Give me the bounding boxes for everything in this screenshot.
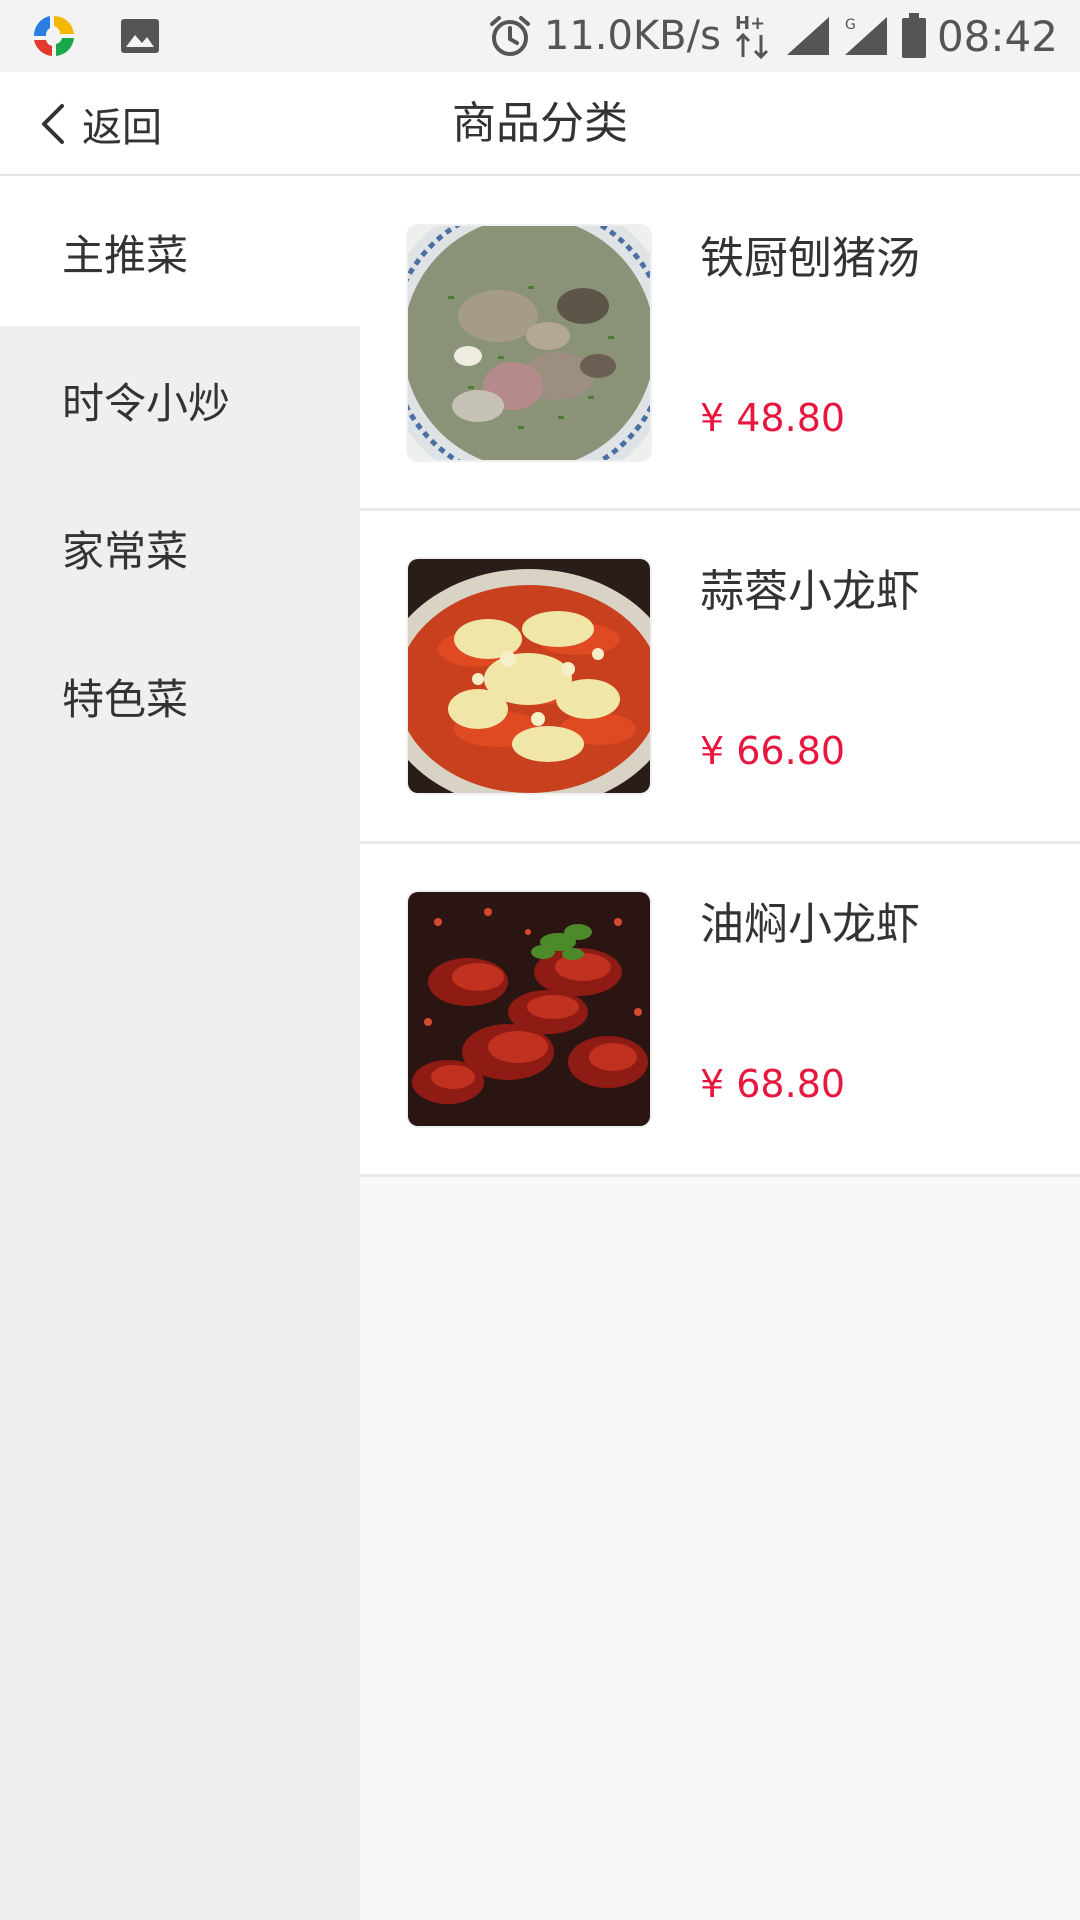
braised-crayfish-image bbox=[408, 892, 650, 1126]
product-price: ¥ 68.80 bbox=[700, 1062, 846, 1106]
battery-icon bbox=[901, 13, 926, 58]
category-item-main-dishes[interactable]: 主推菜 bbox=[0, 178, 360, 326]
product-name: 油焖小龙虾 bbox=[700, 899, 920, 950]
clock: 08:42 bbox=[936, 11, 1058, 61]
product-list: 铁厨刨猪汤 ¥ 48.80 蒜蓉小龙虾 ¥ 66.80 油焖小龙虾 ¥ 68.8… bbox=[360, 178, 1080, 1920]
alarm-icon bbox=[489, 16, 530, 56]
garlic-crayfish-image bbox=[408, 559, 650, 793]
page-title: 商品分类 bbox=[452, 98, 628, 149]
network-type-label: H+ bbox=[735, 13, 765, 34]
product-item[interactable]: 蒜蓉小龙虾 ¥ 66.80 bbox=[360, 511, 1080, 844]
status-bar-left bbox=[30, 12, 160, 60]
network-speed: 11.0KB/s bbox=[543, 13, 721, 59]
category-label: 特色菜 bbox=[62, 674, 189, 724]
signal-g-icon: G bbox=[844, 17, 887, 55]
chevron-left-icon bbox=[42, 104, 64, 144]
signal-icon bbox=[786, 17, 829, 55]
product-name: 铁厨刨猪汤 bbox=[700, 233, 920, 284]
back-button[interactable]: 返回 bbox=[38, 72, 162, 176]
signal-g-label: G bbox=[845, 17, 856, 33]
product-price: ¥ 66.80 bbox=[700, 729, 846, 773]
back-label: 返回 bbox=[82, 105, 162, 151]
category-label: 时令小炒 bbox=[62, 378, 231, 428]
status-bar: 11.0KB/s H+ G 08:42 bbox=[0, 0, 1080, 72]
product-item[interactable]: 铁厨刨猪汤 ¥ 48.80 bbox=[360, 178, 1080, 511]
category-item-seasonal-stir-fry[interactable]: 时令小炒 bbox=[0, 326, 360, 474]
category-item-home-style[interactable]: 家常菜 bbox=[0, 474, 360, 622]
hplus-data-icon: H+ bbox=[735, 13, 769, 60]
gallery-icon bbox=[121, 19, 159, 53]
product-image-pork-soup[interactable] bbox=[408, 226, 650, 460]
title-bar: 商品分类 返回 bbox=[0, 72, 1080, 176]
category-label: 主推菜 bbox=[62, 230, 189, 280]
category-sidebar: 主推菜 时令小炒 家常菜 特色菜 bbox=[0, 178, 360, 1920]
status-bar-right: 11.0KB/s H+ G 08:42 bbox=[476, 0, 1058, 72]
category-item-specialty[interactable]: 特色菜 bbox=[0, 622, 360, 770]
product-item[interactable]: 油焖小龙虾 ¥ 68.80 bbox=[360, 844, 1080, 1177]
product-image-braised-crayfish[interactable] bbox=[408, 892, 650, 1126]
soup-image bbox=[408, 226, 650, 460]
product-name: 蒜蓉小龙虾 bbox=[700, 566, 920, 617]
product-image-garlic-crayfish[interactable] bbox=[408, 559, 650, 793]
category-label: 家常菜 bbox=[62, 526, 189, 576]
product-price: ¥ 48.80 bbox=[700, 396, 846, 440]
app-logo-icon bbox=[33, 15, 74, 56]
